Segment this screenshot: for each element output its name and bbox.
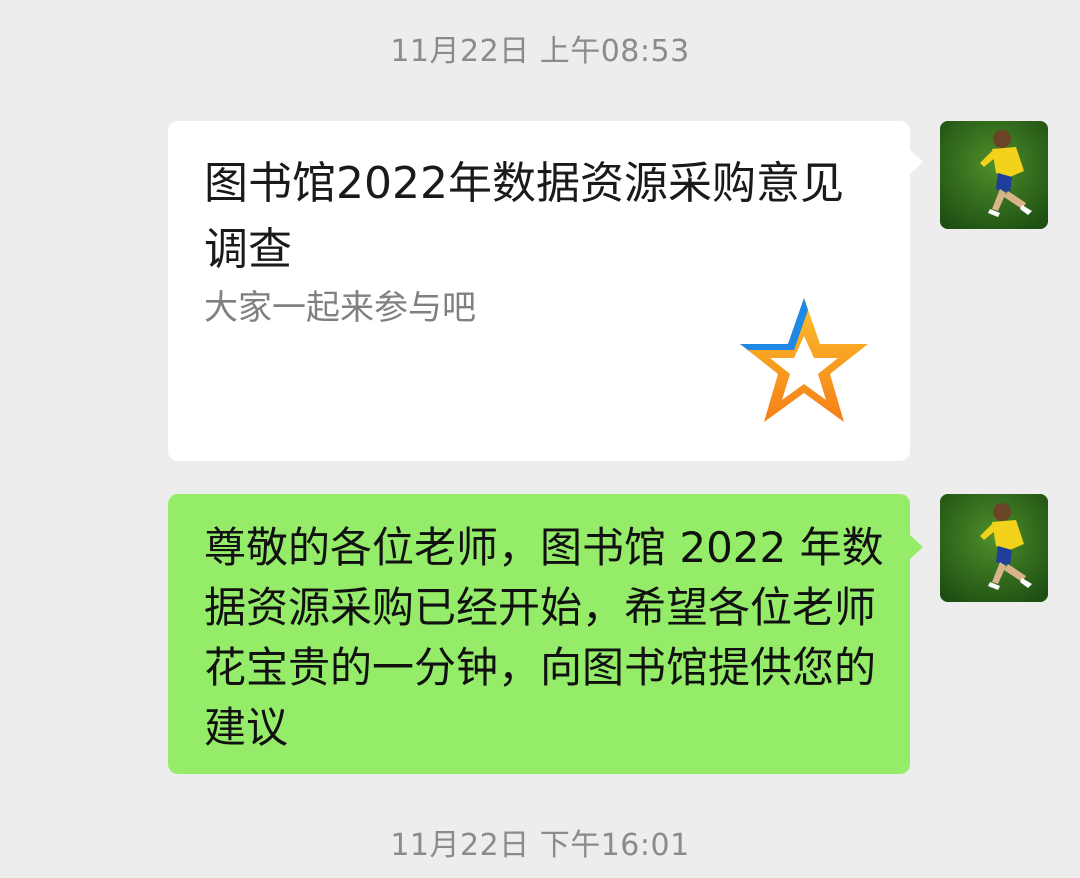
link-card-message[interactable]: 图书馆2022年数据资源采购意见调查 大家一起来参与吧 (168, 121, 923, 461)
timestamp: 11月22日 下午16:01 (390, 828, 690, 863)
star-icon (738, 296, 870, 428)
link-card-title: 图书馆2022年数据资源采购意见调查 (204, 158, 844, 275)
message-text: 尊敬的各位老师，图书馆 2022 年数据资源采购已经开始，希望各位老师花宝贵的一… (204, 523, 884, 752)
sender-avatar[interactable] (940, 494, 1048, 602)
link-card-description: 大家一起来参与吧 (204, 288, 476, 328)
text-message-bubble[interactable]: 尊敬的各位老师，图书馆 2022 年数据资源采购已经开始，希望各位老师花宝贵的一… (168, 494, 923, 774)
sender-avatar[interactable] (940, 121, 1048, 229)
timestamp: 11月22日 上午08:53 (390, 34, 690, 69)
